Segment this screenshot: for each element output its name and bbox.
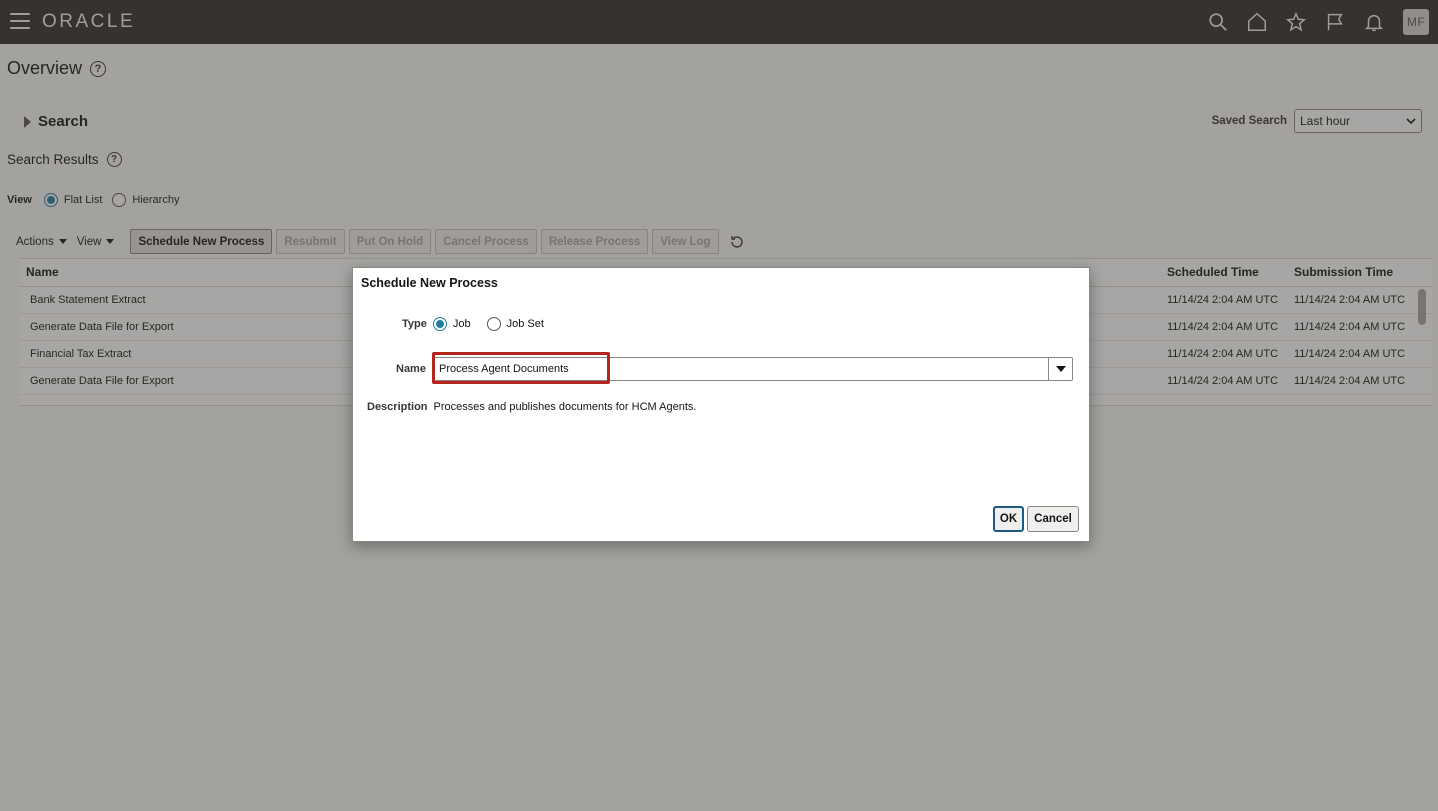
cancel-button[interactable]: Cancel bbox=[1027, 506, 1079, 532]
name-label: Name bbox=[396, 363, 426, 375]
radio-button[interactable] bbox=[486, 317, 501, 331]
radio-label: Job bbox=[452, 318, 471, 330]
radio-label: Job Set bbox=[506, 318, 544, 330]
description-label: Description bbox=[367, 401, 428, 413]
dialog-title: Schedule New Process bbox=[361, 276, 498, 290]
radio-job-set[interactable]: Job Set bbox=[486, 317, 544, 331]
schedule-new-process-dialog: Schedule New Process Type Job Job Set Na… bbox=[352, 267, 1090, 542]
radio-job[interactable]: Job bbox=[432, 317, 471, 331]
name-dropdown-button[interactable] bbox=[1048, 358, 1072, 380]
ok-button[interactable]: OK bbox=[993, 506, 1024, 532]
description-row: Description Processes and publishes docu… bbox=[367, 401, 696, 413]
description-value: Processes and publishes documents for HC… bbox=[433, 401, 697, 413]
radio-button[interactable] bbox=[432, 317, 447, 331]
name-row: Name bbox=[396, 363, 426, 375]
name-combobox[interactable]: Process Agent Documents bbox=[433, 357, 1073, 381]
chevron-down-icon bbox=[1055, 366, 1066, 372]
name-input-value: Process Agent Documents bbox=[439, 363, 569, 375]
type-row: Type Job Job Set bbox=[402, 317, 554, 331]
type-label: Type bbox=[402, 318, 427, 330]
